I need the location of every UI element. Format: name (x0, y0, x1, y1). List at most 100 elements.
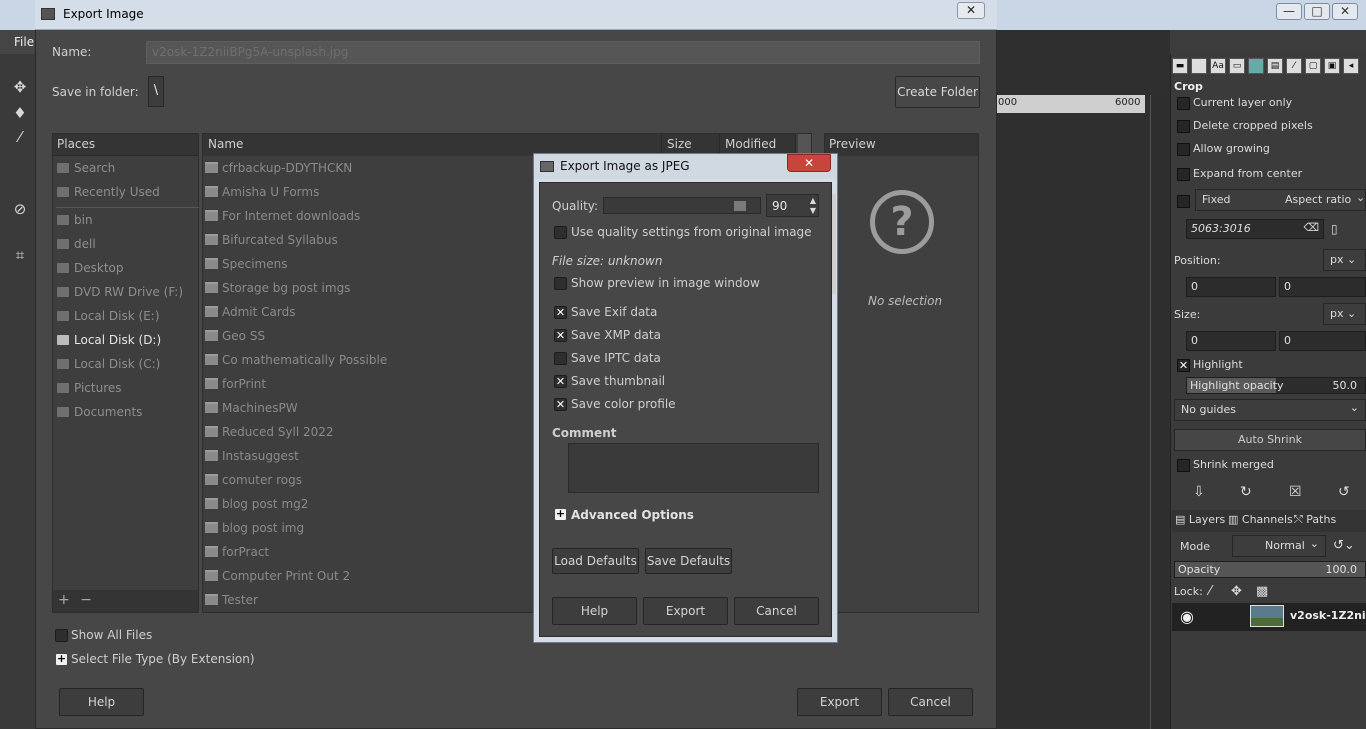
fixed-checkbox[interactable] (1177, 195, 1190, 208)
place-dvd-drive[interactable]: DVD RW Drive (F:) (57, 285, 197, 307)
file-row[interactable]: forPrint (205, 377, 535, 401)
templates-icon[interactable]: ▣ (1324, 58, 1340, 74)
move-tool-icon[interactable]: ✥ (10, 78, 30, 98)
shrink-merged-checkbox[interactable] (1177, 459, 1190, 472)
tool-options-icon[interactable]: ▬ (1172, 58, 1188, 74)
quality-spinbutton[interactable]: 90 ▲ ▼ (766, 194, 819, 217)
close-icon[interactable]: ✕ (787, 154, 831, 172)
size-height-field[interactable]: 0 (1279, 331, 1366, 351)
canvas-area[interactable] (995, 30, 1170, 729)
tab-channels[interactable]: ▥ Channels (1228, 513, 1293, 526)
tool-options-tab-icon[interactable]: ⊘ (10, 200, 30, 220)
file-row[interactable]: Reduced Syll 2022 (205, 425, 535, 449)
export-button[interactable]: Export (797, 688, 882, 716)
menu-file[interactable]: File (14, 35, 34, 49)
export-cancel-button[interactable]: Cancel (888, 688, 973, 716)
file-row[interactable]: blog post mg2 (205, 497, 535, 521)
layer-row[interactable]: ◉ v2osk-1Z2niiE (1172, 603, 1366, 631)
file-row[interactable]: For Internet downloads (205, 209, 535, 233)
file-row[interactable]: Tester (205, 593, 535, 617)
file-row[interactable]: Admit Cards (205, 305, 535, 329)
jpeg-export-button[interactable]: Export (643, 597, 728, 625)
lock-position-icon[interactable]: ✥ (1231, 584, 1242, 599)
save-thumbnail-checkbox[interactable]: ✕ (554, 375, 567, 388)
position-unit-dropdown[interactable]: px ⌄ (1323, 249, 1366, 271)
show-preview-checkbox[interactable] (554, 277, 567, 290)
portrait-icon[interactable]: ▯ (1331, 222, 1338, 236)
jpeg-cancel-button[interactable]: Cancel (734, 597, 819, 625)
load-defaults-button[interactable]: Load Defaults (552, 548, 639, 574)
file-row[interactable]: Computer Print Out 2 (205, 569, 535, 593)
highlight-opacity-slider[interactable]: Highlight opacity 50.0 (1186, 377, 1366, 394)
size-width-field[interactable]: 0 (1186, 331, 1276, 351)
file-row[interactable]: blog post img (205, 521, 535, 545)
allow-growing-checkbox[interactable] (1177, 143, 1190, 156)
fonts-icon[interactable]: Aa (1210, 58, 1226, 74)
file-row[interactable]: Amisha U Forms (205, 185, 535, 209)
save-options-icon[interactable]: ⇩ (1193, 484, 1205, 500)
file-row[interactable]: Bifurcated Syllabus (205, 233, 535, 257)
expand-from-center-checkbox[interactable] (1177, 168, 1190, 181)
palette-icon[interactable]: ▤ (1267, 58, 1283, 74)
current-layer-only-checkbox[interactable] (1177, 97, 1190, 110)
file-row[interactable]: Storage bg post imgs (205, 281, 535, 305)
lock-pixels-icon[interactable]: ⁄ (1209, 584, 1211, 599)
file-row[interactable]: forPract (205, 545, 535, 569)
increment-icon[interactable]: ▲ (810, 196, 816, 205)
decrement-icon[interactable]: ▼ (810, 206, 816, 215)
file-row[interactable]: comuter rogs (205, 473, 535, 497)
clear-field-icon[interactable]: ⌫ (1303, 221, 1319, 234)
place-local-disk-e[interactable]: Local Disk (E:) (57, 309, 197, 331)
reset-options-icon[interactable]: ↺ (1338, 484, 1350, 500)
path-root-button[interactable]: \ (148, 76, 164, 107)
expander-plus-icon[interactable]: + (555, 508, 566, 520)
jpeg-help-button[interactable]: Help (552, 597, 637, 625)
brushes-icon[interactable]: ⁄ (1286, 58, 1302, 74)
comment-textarea[interactable] (568, 443, 819, 493)
place-local-disk-d[interactable]: Local Disk (D:) (57, 333, 197, 355)
save-xmp-checkbox[interactable]: ✕ (554, 329, 567, 342)
create-folder-button[interactable]: Create Folder (895, 76, 980, 108)
position-y-field[interactable]: 0 (1279, 277, 1366, 297)
file-row[interactable]: cfrbackup-DDYTHCKN (205, 161, 535, 185)
layer-name[interactable]: v2osk-1Z2niiE (1290, 609, 1366, 622)
place-bin[interactable]: bin (57, 213, 197, 235)
file-row[interactable]: Co mathematically Possible (205, 353, 535, 377)
restore-options-icon[interactable]: ↻ (1240, 484, 1252, 500)
vertical-scrollbar[interactable] (1150, 95, 1167, 729)
delete-cropped-checkbox[interactable] (1177, 120, 1190, 133)
show-all-files-checkbox[interactable] (55, 629, 68, 642)
tab-layers[interactable]: ▤ Layers (1175, 513, 1225, 526)
layer-opacity-slider[interactable]: Opacity 100.0 (1174, 561, 1366, 578)
tab-paths[interactable]: ⤲ Paths (1294, 513, 1336, 527)
place-search[interactable]: Search (57, 161, 197, 183)
place-dell[interactable]: dell (57, 237, 197, 259)
auto-shrink-button[interactable]: Auto Shrink (1174, 429, 1366, 451)
file-row[interactable]: Instasuggest (205, 449, 535, 473)
eye-visibility-icon[interactable]: ◉ (1180, 607, 1194, 626)
quality-slider[interactable] (603, 197, 761, 214)
dock-menu-icon[interactable]: ◂ (1343, 58, 1359, 74)
place-recently-used[interactable]: Recently Used (57, 185, 197, 207)
save-exif-checkbox[interactable]: ✕ (554, 306, 567, 319)
bucket-fill-icon[interactable]: ♦ (10, 104, 30, 124)
save-defaults-button[interactable]: Save Defaults (645, 548, 732, 574)
export-help-button[interactable]: Help (59, 688, 144, 716)
place-local-disk-c[interactable]: Local Disk (C:) (57, 357, 197, 379)
advanced-options-expander[interactable]: Advanced Options (571, 508, 694, 522)
dynamics-icon[interactable]: ▢ (1305, 58, 1321, 74)
size-unit-dropdown[interactable]: px ⌄ (1323, 303, 1366, 325)
close-icon[interactable]: ✕ (957, 2, 985, 19)
crop-tool-icon[interactable]: ⌗ (10, 246, 30, 266)
save-iptc-checkbox[interactable] (554, 352, 567, 365)
use-quality-checkbox[interactable] (554, 226, 567, 239)
save-color-profile-checkbox[interactable]: ✕ (554, 398, 567, 411)
position-x-field[interactable]: 0 (1186, 277, 1276, 297)
maximize-button[interactable]: □ (1304, 3, 1330, 20)
jpeg-scrollbar[interactable] (832, 194, 836, 294)
place-pictures[interactable]: Pictures (57, 381, 197, 403)
filename-input[interactable]: v2osk-1Z2niiBPg5A-unsplash.jpg (146, 41, 980, 64)
close-window-button[interactable]: ✕ (1332, 3, 1358, 20)
layer-mode-dropdown[interactable]: Normal ⌄ (1232, 535, 1326, 557)
images-icon[interactable]: ▭ (1229, 58, 1245, 74)
